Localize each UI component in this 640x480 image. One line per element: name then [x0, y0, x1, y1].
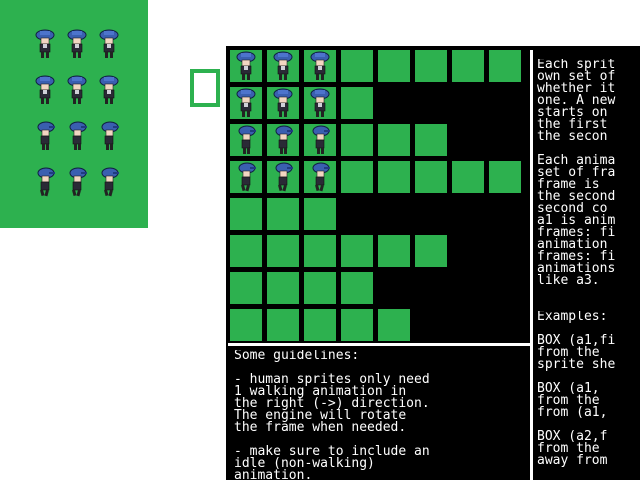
frame-cell[interactable]: [341, 161, 373, 193]
frame-cell[interactable]: [267, 309, 299, 341]
frame-cell[interactable]: [304, 198, 336, 230]
frame-sprite: [238, 162, 256, 192]
frame-cell[interactable]: [341, 50, 373, 82]
frame-grid: [226, 46, 530, 346]
frame-cell[interactable]: [489, 161, 521, 193]
frame-cell[interactable]: [267, 235, 299, 267]
frame-cell[interactable]: [304, 124, 336, 156]
frame-cell[interactable]: [304, 272, 336, 304]
frame-cell[interactable]: [378, 161, 410, 193]
frame-cell[interactable]: [415, 161, 447, 193]
frame-sprite: [312, 125, 330, 154]
frame-cell[interactable]: [452, 50, 484, 82]
frame-cell[interactable]: [452, 161, 484, 193]
vertical-divider: [530, 50, 533, 480]
frame-sprite: [236, 51, 256, 80]
frame-cell[interactable]: [378, 50, 410, 82]
frame-cell[interactable]: [341, 235, 373, 267]
frame-cell[interactable]: [304, 50, 336, 82]
frame-sprite: [310, 51, 330, 80]
frame-cell[interactable]: [230, 235, 262, 267]
frame-cell[interactable]: [341, 124, 373, 156]
frame-cell[interactable]: [415, 235, 447, 267]
frame-cell[interactable]: [230, 50, 262, 82]
frame-sprite: [273, 51, 293, 80]
frame-cell[interactable]: [230, 272, 262, 304]
frame-sprite: [312, 162, 330, 192]
frame-cell[interactable]: [304, 161, 336, 193]
frame-cell[interactable]: [267, 124, 299, 156]
preview-sprite: [97, 166, 121, 198]
frame-cell[interactable]: [304, 87, 336, 119]
frame-cell[interactable]: [267, 50, 299, 82]
preview-sprite: [33, 120, 57, 152]
frame-cell[interactable]: [378, 309, 410, 341]
frame-cell[interactable]: [230, 87, 262, 119]
frame-cell[interactable]: [341, 309, 373, 341]
preview-sprite: [97, 74, 121, 106]
frame-sprite: [236, 88, 256, 117]
frame-sprite: [275, 162, 293, 192]
frame-cell[interactable]: [230, 309, 262, 341]
examples-text: Examples: BOX (a1,fi from the sprite she…: [537, 311, 616, 468]
help-text: Each sprit own set of whether it one. A …: [537, 59, 616, 288]
frame-cell[interactable]: [267, 272, 299, 304]
horizontal-divider: [228, 343, 530, 346]
frame-cell[interactable]: [267, 198, 299, 230]
frame-sprite: [238, 125, 256, 154]
frame-cell[interactable]: [230, 124, 262, 156]
frame-cell[interactable]: [415, 50, 447, 82]
frame-cell[interactable]: [378, 124, 410, 156]
frame-sprite: [273, 88, 293, 117]
preview-sprite: [65, 28, 89, 60]
preview-sprite: [97, 120, 121, 152]
preview-sprite: [65, 166, 89, 198]
frame-cell[interactable]: [230, 198, 262, 230]
frame-cell[interactable]: [230, 161, 262, 193]
frame-sprite: [275, 125, 293, 154]
preview-sprite: [33, 74, 57, 106]
frame-cell[interactable]: [341, 87, 373, 119]
preview-sprite: [65, 120, 89, 152]
frame-cell[interactable]: [378, 235, 410, 267]
preview-sprite: [33, 28, 57, 60]
preview-sprite: [33, 166, 57, 198]
frame-cell[interactable]: [267, 161, 299, 193]
preview-sprite: [65, 74, 89, 106]
frame-cell[interactable]: [489, 50, 521, 82]
frame-sprite: [310, 88, 330, 117]
selection-cursor[interactable]: [190, 69, 220, 107]
frame-cell[interactable]: [415, 124, 447, 156]
sprite-preview-panel: [0, 0, 148, 228]
guidelines-text: Some guidelines: - human sprites only ne…: [234, 350, 430, 480]
frame-cell[interactable]: [304, 235, 336, 267]
frame-cell[interactable]: [267, 87, 299, 119]
frame-cell[interactable]: [304, 309, 336, 341]
frame-cell[interactable]: [341, 272, 373, 304]
preview-sprite: [97, 28, 121, 60]
